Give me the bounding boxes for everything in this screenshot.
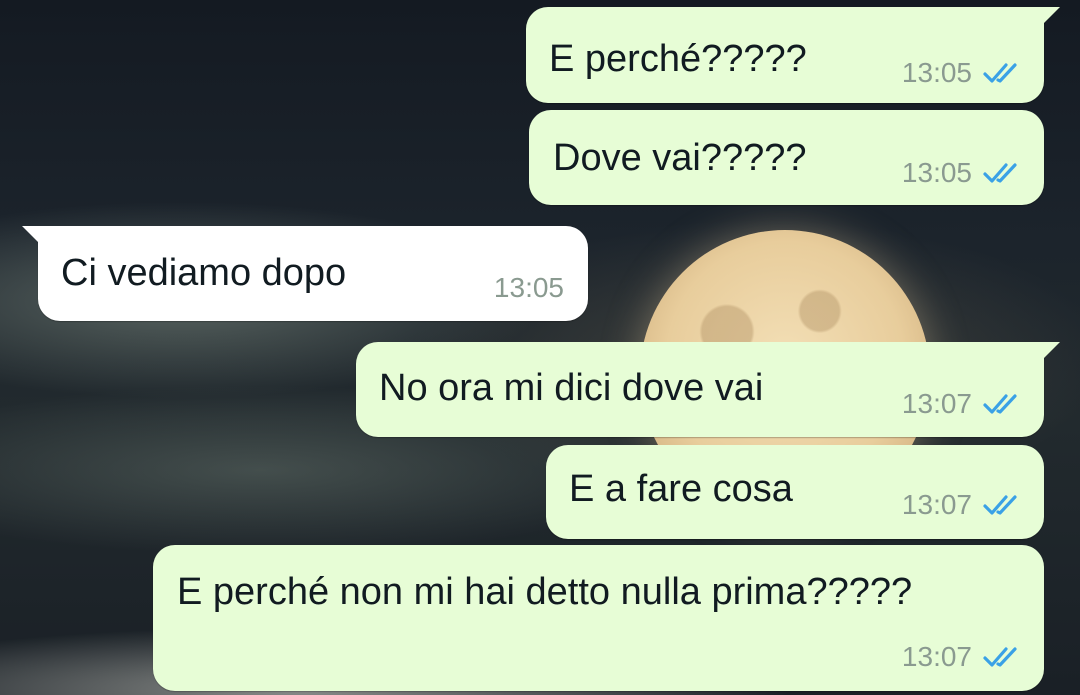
- message-bubble-outgoing[interactable]: E perché non mi hai detto nulla prima???…: [153, 545, 1044, 691]
- message-time: 13:05: [901, 57, 972, 88]
- message-text: Dove vai?????: [553, 137, 807, 179]
- message-meta: 13:07: [902, 641, 1022, 673]
- bubble-tail: [22, 226, 38, 242]
- message-meta: 13:07: [902, 388, 1022, 420]
- double-check-icon: [982, 61, 1022, 85]
- message-bubble-incoming[interactable]: Ci vediamo dopo 13:05: [22, 226, 588, 321]
- message-meta: 13:05: [902, 57, 1022, 89]
- double-check-icon: [982, 645, 1022, 669]
- double-check-icon: [982, 392, 1022, 416]
- bubble-tail: [1044, 7, 1060, 23]
- message-bubble-outgoing[interactable]: No ora mi dici dove vai 13:07: [356, 342, 1060, 437]
- message-meta: 13:07: [902, 489, 1022, 521]
- message-bubble-outgoing[interactable]: E a fare cosa 13:07: [546, 445, 1044, 539]
- bubble-tail: [1044, 342, 1060, 358]
- message-text: E perché?????: [549, 38, 807, 80]
- double-check-icon: [982, 493, 1022, 517]
- message-time: 13:05: [493, 272, 564, 303]
- message-time: 13:07: [901, 641, 972, 672]
- message-time: 13:07: [901, 388, 972, 419]
- message-meta: 13:05: [494, 272, 564, 304]
- message-text: E perché non mi hai detto nulla prima???…: [177, 571, 913, 613]
- message-text: No ora mi dici dove vai: [379, 367, 764, 409]
- message-time: 13:07: [901, 489, 972, 520]
- message-meta: 13:05: [902, 157, 1022, 189]
- message-text: E a fare cosa: [569, 468, 793, 510]
- message-time: 13:05: [901, 157, 972, 188]
- message-bubble-outgoing[interactable]: E perché????? 13:05: [526, 7, 1060, 103]
- message-text: Ci vediamo dopo: [61, 252, 347, 294]
- message-bubble-outgoing[interactable]: Dove vai????? 13:05: [529, 110, 1044, 205]
- double-check-icon: [982, 161, 1022, 185]
